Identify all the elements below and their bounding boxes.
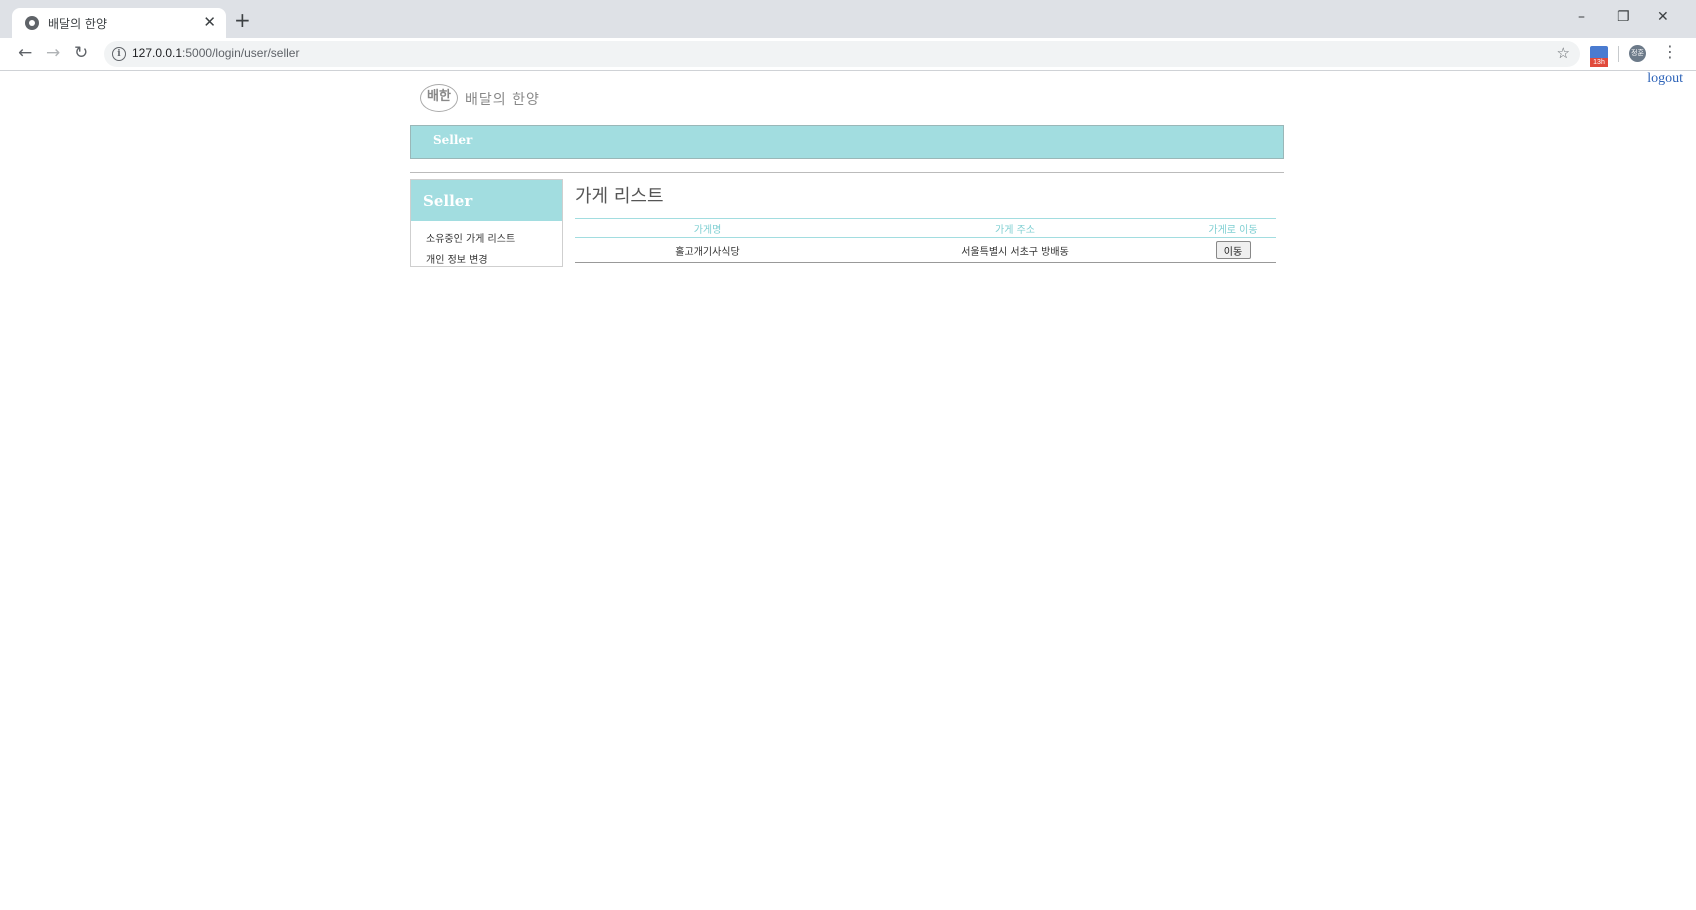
url-path: :5000/login/user/seller bbox=[182, 46, 300, 60]
tab-close-icon[interactable]: ✕ bbox=[203, 13, 216, 31]
store-address-cell: 서울특별시 서초구 방배동 bbox=[840, 237, 1190, 263]
info-icon[interactable]: i bbox=[112, 47, 126, 61]
logo-mark: 배한 bbox=[420, 84, 458, 112]
window-close-icon[interactable]: ✕ bbox=[1657, 9, 1669, 25]
address-bar[interactable]: i 127.0.0.1:5000/login/user/seller ☆ bbox=[104, 41, 1580, 67]
table-header-row: 가게명 가게 주소 가게로 이동 bbox=[575, 218, 1276, 238]
divider bbox=[410, 172, 1284, 173]
go-to-store-cell: 이동 bbox=[1190, 237, 1276, 263]
store-table: 가게명 가게 주소 가게로 이동 홀고개기사식당 서울특별시 서초구 방배동 이… bbox=[575, 218, 1276, 263]
sidebar-title: Seller bbox=[423, 192, 473, 210]
column-header-go-to-store: 가게로 이동 bbox=[1190, 218, 1276, 238]
column-header-store-address: 가게 주소 bbox=[840, 218, 1190, 238]
sidebar: Seller 소유중인 가게 리스트 개인 정보 변경 bbox=[410, 179, 563, 267]
table-row: 홀고개기사식당 서울특별시 서초구 방배동 이동 bbox=[575, 237, 1276, 263]
store-name-cell: 홀고개기사식당 bbox=[575, 237, 840, 263]
header-banner: Seller bbox=[410, 125, 1284, 159]
url-host: 127.0.0.1 bbox=[132, 46, 183, 60]
profile-avatar[interactable]: 정훈 bbox=[1629, 45, 1646, 62]
back-icon[interactable]: ← bbox=[18, 43, 32, 63]
sidebar-header: Seller bbox=[411, 180, 562, 221]
bookmark-star-icon[interactable]: ☆ bbox=[1557, 44, 1570, 62]
sidebar-item-store-list[interactable]: 소유중인 가게 리스트 bbox=[426, 230, 515, 245]
banner-label: Seller bbox=[433, 133, 473, 147]
tab-strip: 배달의 한양 ✕ + – ❐ ✕ bbox=[0, 0, 1696, 38]
calendar-badge: 13h bbox=[1590, 58, 1608, 67]
globe-icon bbox=[25, 16, 39, 30]
page-content: logout 배한 배달의 한양 Seller Seller 소유중인 가게 리… bbox=[0, 71, 1696, 910]
page-title: 가게 리스트 bbox=[575, 186, 664, 207]
tab-title: 배달의 한양 bbox=[48, 17, 108, 31]
forward-icon[interactable]: → bbox=[46, 43, 60, 63]
logo-text: 배달의 한양 bbox=[465, 92, 540, 108]
browser-toolbar: ← → ↻ i 127.0.0.1:5000/login/user/seller… bbox=[0, 38, 1696, 71]
url-text[interactable]: 127.0.0.1:5000/login/user/seller bbox=[132, 46, 299, 60]
logout-link[interactable]: logout bbox=[1647, 71, 1683, 87]
minimize-icon[interactable]: – bbox=[1578, 9, 1585, 25]
new-tab-icon[interactable]: + bbox=[234, 10, 251, 30]
reload-icon[interactable]: ↻ bbox=[74, 43, 88, 63]
column-header-store-name: 가게명 bbox=[575, 218, 840, 238]
browser-tab[interactable]: 배달의 한양 ✕ bbox=[12, 8, 226, 38]
toolbar-separator bbox=[1618, 46, 1619, 62]
go-to-store-button[interactable]: 이동 bbox=[1215, 241, 1251, 259]
sidebar-item-edit-profile[interactable]: 개인 정보 변경 bbox=[426, 251, 488, 266]
calendar-extension-icon[interactable]: 13h bbox=[1590, 46, 1608, 67]
browser-menu-icon[interactable]: ⋮ bbox=[1662, 42, 1678, 61]
restore-icon[interactable]: ❐ bbox=[1617, 9, 1630, 25]
